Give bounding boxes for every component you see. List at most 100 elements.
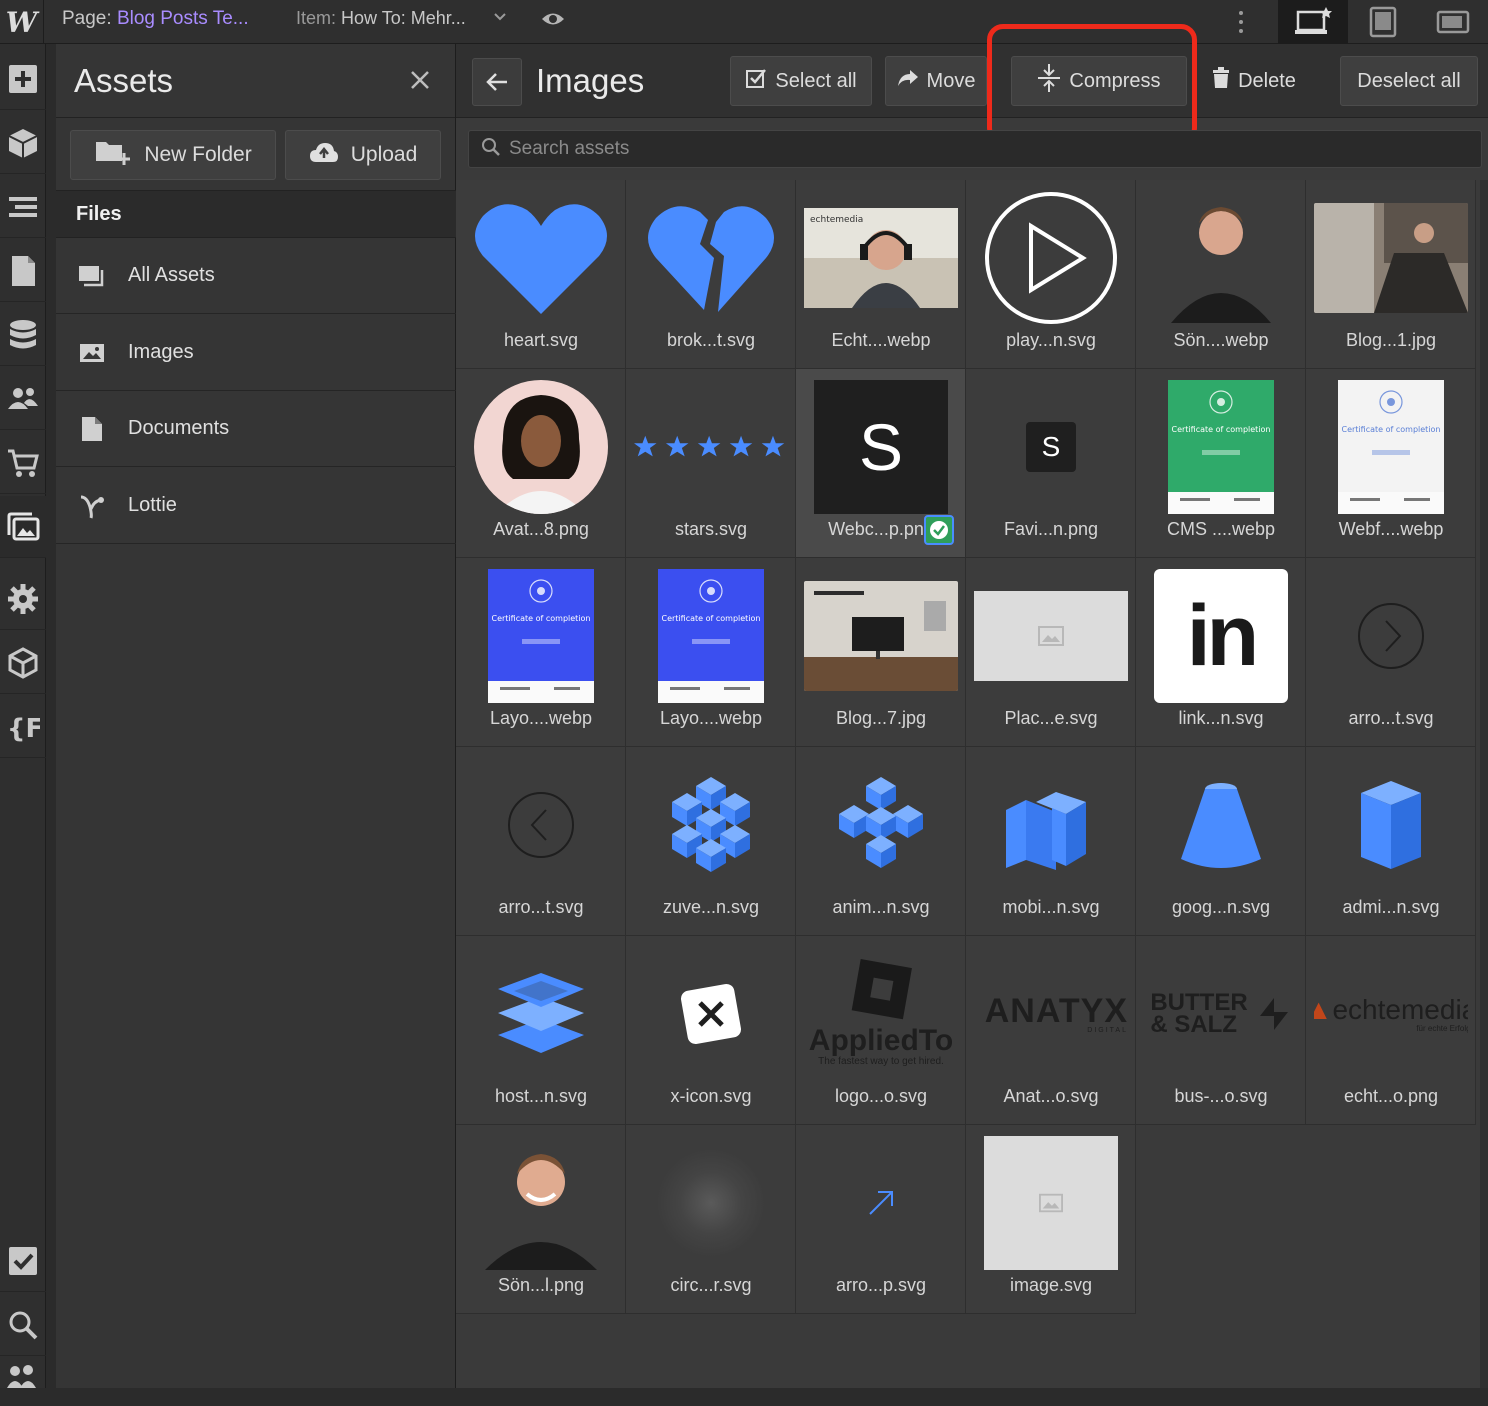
back-button[interactable] (472, 58, 522, 106)
audit-checkmark-icon[interactable] (0, 1230, 46, 1292)
scrollbar[interactable] (1480, 180, 1488, 1388)
compress-icon (1037, 63, 1061, 99)
move-button[interactable]: Move (885, 56, 987, 106)
folder-label: Lottie (128, 494, 177, 516)
asset-tile[interactable]: S Favi...n.png (966, 369, 1136, 558)
folder-item-lottie[interactable]: Lottie (56, 468, 456, 544)
chevron-down-icon[interactable] (492, 8, 508, 29)
asset-tile[interactable]: heart.svg (456, 180, 626, 369)
asset-tile[interactable]: BUTTER & SALZ bus-...o.svg (1136, 936, 1306, 1125)
move-label: Move (926, 69, 976, 92)
asset-tile[interactable]: Certificate of completion Layo....webp (626, 558, 796, 747)
symbols-icon[interactable] (0, 112, 46, 174)
new-folder-button[interactable]: New Folder (70, 130, 276, 180)
pages-icon[interactable] (0, 240, 46, 302)
asset-tile[interactable]: circ...r.svg (626, 1125, 796, 1314)
asset-tile[interactable]: zuve...n.svg (626, 747, 796, 936)
asset-tile[interactable]: host...n.svg (456, 936, 626, 1125)
asset-name: play...n.svg (1006, 330, 1096, 350)
cms-item-selector[interactable]: Item: How To: Mehr... (296, 8, 466, 29)
webflow-logo[interactable]: W (0, 0, 44, 44)
asset-tile[interactable]: Sön....webp (1136, 180, 1306, 369)
apps-cube-icon[interactable] (0, 632, 46, 694)
asset-tile[interactable]: Certificate of completion Layo....webp (456, 558, 626, 747)
asset-tile[interactable]: arro...p.svg (796, 1125, 966, 1314)
asset-thumbnail-cert-green: Certificate of completion (1144, 377, 1298, 517)
asset-tile[interactable]: arro...t.svg (456, 747, 626, 936)
asset-tile[interactable]: Certificate of completion CMS ....webp (1136, 369, 1306, 558)
asset-thumbnail-play (974, 188, 1128, 328)
asset-tile[interactable]: S Webc...p.png (796, 369, 966, 558)
asset-name: stars.svg (674, 519, 748, 539)
asset-tile[interactable]: image.svg (966, 1125, 1136, 1314)
asset-tile[interactable]: Blog...1.jpg (1306, 180, 1476, 369)
eye-icon[interactable] (540, 6, 566, 32)
asset-name: x-icon.svg (670, 1086, 752, 1106)
lottie-icon (78, 492, 106, 520)
asset-tile[interactable]: play...n.svg (966, 180, 1136, 369)
folder-item-all-assets[interactable]: All Assets (56, 238, 456, 314)
asset-tile[interactable]: mobi...n.svg (966, 747, 1136, 936)
asset-tile[interactable]: brok...t.svg (626, 180, 796, 369)
settings-gear-icon[interactable] (0, 568, 46, 630)
asset-tile[interactable]: Sön...l.png (456, 1125, 626, 1314)
asset-name: link...n.svg (1178, 708, 1264, 728)
asset-thumbnail-photo-person (1144, 188, 1298, 328)
upload-button[interactable]: Upload (285, 130, 441, 180)
cms-icon[interactable] (0, 304, 46, 366)
asset-tile[interactable]: in link...n.svg (1136, 558, 1306, 747)
assets-icon[interactable] (0, 496, 46, 558)
asset-tile[interactable]: admi...n.svg (1306, 747, 1476, 936)
asset-name: anim...n.svg (832, 897, 930, 917)
asset-tile[interactable]: Blog...7.jpg (796, 558, 966, 747)
asset-tile[interactable]: goog...n.svg (1136, 747, 1306, 936)
ecommerce-icon[interactable] (0, 432, 46, 494)
asset-thumbnail-echtemedia: ▲echtemediafür echte Erfolge. (1314, 993, 1468, 1033)
compress-button[interactable]: Compress (1011, 56, 1187, 106)
asset-tile[interactable]: Avat...8.png (456, 369, 626, 558)
asset-thumbnail-heart (464, 188, 618, 328)
search-bar[interactable] (468, 130, 1482, 168)
navigator-icon[interactable] (0, 176, 46, 238)
users-icon[interactable] (0, 368, 46, 430)
asset-thumbnail-anatyx: ANATYX DIGITAL (984, 991, 1128, 1034)
page-selector[interactable]: Page: Blog Posts Te... (62, 8, 249, 30)
svg-text:Certificate of completion: Certificate of completion (492, 614, 591, 623)
asset-name: heart.svg (503, 330, 579, 350)
asset-tile[interactable]: x-icon.svg (626, 936, 796, 1125)
collaborators-icon[interactable] (0, 1344, 46, 1406)
close-icon[interactable] (406, 66, 434, 94)
tablet-breakpoint-icon[interactable] (1348, 0, 1418, 44)
asset-thumbnail-placeholder-wide (974, 566, 1128, 706)
folder-item-images[interactable]: Images (56, 315, 456, 391)
selected-checkmark-icon[interactable] (924, 515, 954, 545)
item-prefix: Item: (296, 8, 337, 28)
asset-thumbnail-layers (464, 944, 618, 1084)
asset-tile[interactable]: echtemedia Echt....webp (796, 180, 966, 369)
finsweet-icon[interactable]: {F (0, 696, 46, 758)
item-name: How To: Mehr... (341, 8, 466, 28)
images-header: Images Select all Move Compress Delete D… (456, 24, 1488, 144)
asset-tile[interactable]: ▲echtemediafür echte Erfolge. echt...o.pn… (1306, 936, 1476, 1125)
deselect-all-button[interactable]: Deselect all (1340, 56, 1478, 106)
mobile-landscape-breakpoint-icon[interactable] (1418, 0, 1488, 44)
folder-item-documents[interactable]: Documents (56, 391, 456, 467)
asset-tile[interactable]: arro...t.svg (1306, 558, 1476, 747)
more-options-icon[interactable] (1232, 2, 1250, 42)
add-elements-icon[interactable] (0, 48, 46, 110)
asset-tile[interactable]: AppliedTo The fastest way to get hired. lo… (796, 936, 966, 1125)
delete-button[interactable]: Delete (1197, 56, 1311, 106)
select-all-button[interactable]: Select all (730, 56, 872, 106)
select-all-label: Select all (775, 69, 857, 92)
delete-label: Delete (1238, 69, 1296, 92)
asset-tile[interactable]: ANATYX DIGITAL Anat...o.svg (966, 936, 1136, 1125)
asset-tile[interactable]: Plac...e.svg (966, 558, 1136, 747)
desktop-breakpoint-icon[interactable] (1278, 0, 1348, 44)
asset-tile[interactable]: stars.svg (626, 369, 796, 558)
asset-thumbnail-cross-cube (804, 755, 958, 895)
asset-tile[interactable]: anim...n.svg (796, 747, 966, 936)
search-input[interactable] (509, 138, 1409, 160)
asset-tile[interactable]: Certificate of completion Webf....webp (1306, 369, 1476, 558)
deselect-all-label: Deselect all (1357, 69, 1461, 92)
left-toolbar: {F (0, 44, 46, 1388)
